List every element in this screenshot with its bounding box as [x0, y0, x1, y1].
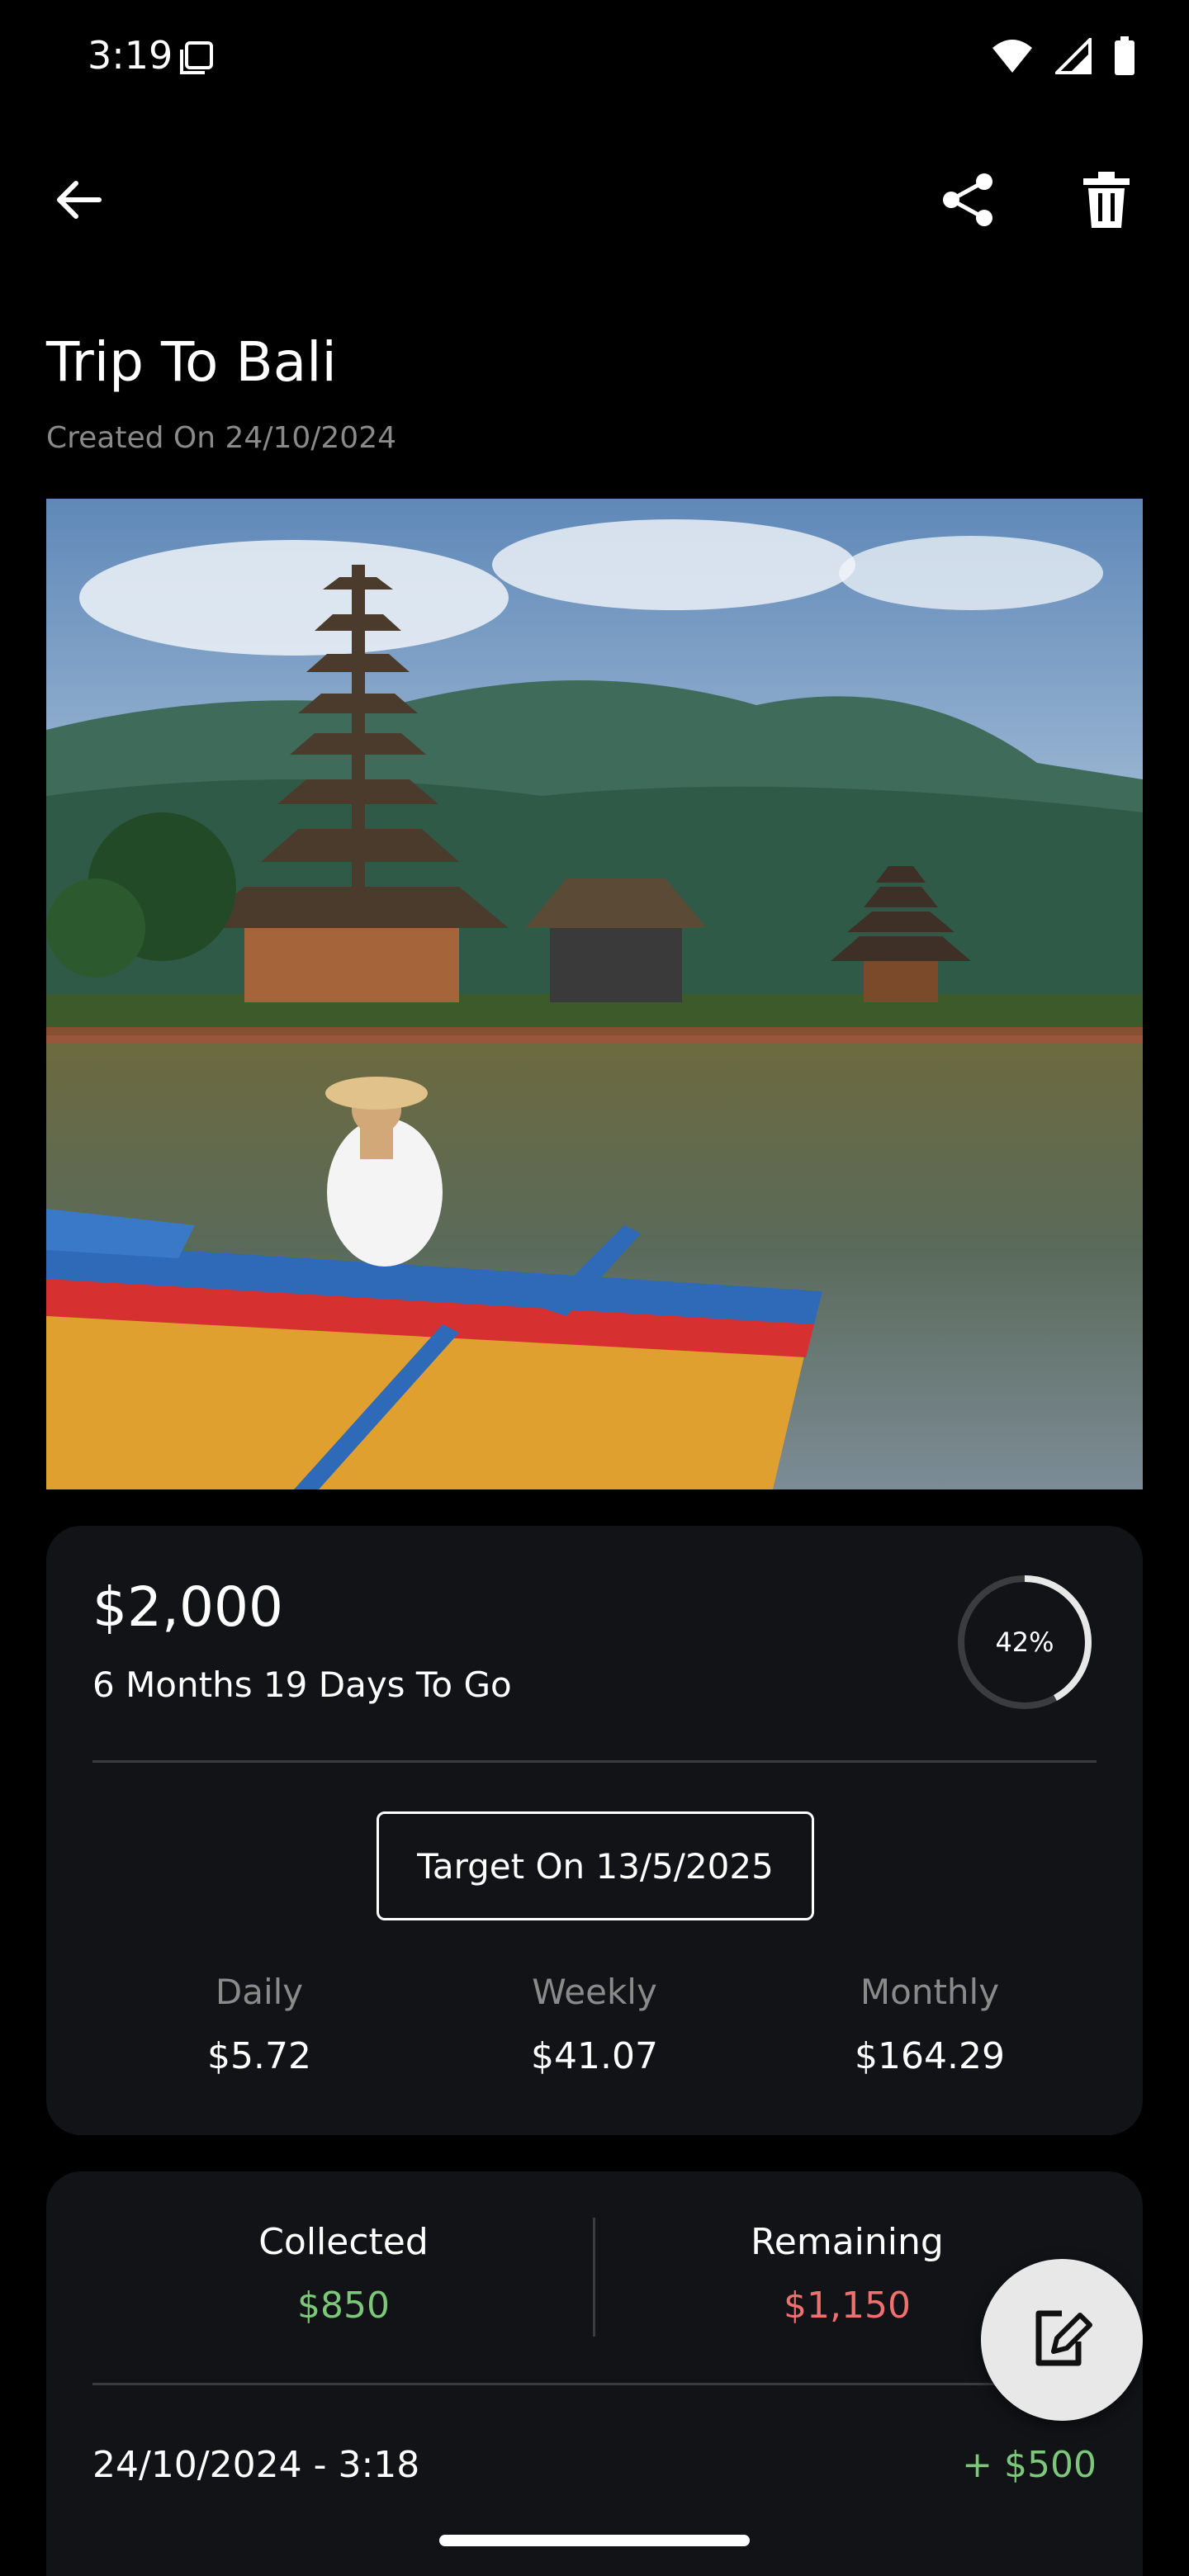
screenshot-icon	[178, 40, 215, 76]
time-remaining: 6 Months 19 Days To Go	[92, 1664, 512, 1705]
monthly-rate: Monthly $164.29	[765, 1972, 1095, 2077]
vertical-divider	[593, 2218, 595, 2337]
monthly-label: Monthly	[860, 1972, 1000, 2012]
share-icon	[940, 170, 999, 233]
collected-value: $850	[297, 2285, 390, 2327]
history-entry-amount[interactable]: + $500	[962, 2444, 1097, 2486]
back-arrow-icon	[53, 173, 106, 230]
status-bar: 3:19	[0, 0, 1189, 116]
back-button[interactable]	[40, 162, 119, 241]
daily-value: $5.72	[207, 2035, 311, 2077]
daily-rate: Daily $5.72	[94, 1972, 424, 2077]
goal-summary-card: $2,000 6 Months 19 Days To Go 42% Target…	[46, 1526, 1143, 2135]
status-time: 3:19	[88, 33, 173, 78]
history-entry-date[interactable]: 24/10/2024 - 3:18	[92, 2444, 419, 2486]
trash-icon	[1080, 170, 1133, 233]
edit-note-icon	[1029, 2305, 1095, 2375]
divider	[92, 2383, 1097, 2385]
edit-fab-button[interactable]	[981, 2259, 1143, 2421]
weekly-rate: Weekly $41.07	[429, 1972, 760, 2077]
collected-block: Collected $850	[112, 2221, 575, 2327]
status-icons	[991, 36, 1136, 79]
monthly-value: $164.29	[855, 2035, 1005, 2077]
divider	[92, 1760, 1097, 1763]
delete-button[interactable]	[1067, 162, 1146, 241]
remaining-label: Remaining	[751, 2221, 944, 2263]
target-date-button[interactable]: Target On 13/5/2025	[377, 1811, 814, 1920]
wifi-icon	[991, 38, 1034, 78]
weekly-label: Weekly	[532, 1972, 657, 2012]
goal-photo	[46, 499, 1143, 1489]
weekly-value: $41.07	[531, 2035, 658, 2077]
signal-icon	[1053, 36, 1092, 78]
savings-card: Collected $850 Remaining $1,150 24/10/20…	[46, 2171, 1143, 2576]
progress-label: 42%	[995, 1627, 1054, 1658]
goal-title: Trip To Bali	[46, 330, 337, 394]
collected-label: Collected	[258, 2221, 429, 2263]
home-indicator[interactable]	[439, 2535, 750, 2546]
created-date: Created On 24/10/2024	[46, 421, 397, 455]
daily-label: Daily	[215, 1972, 304, 2012]
battery-icon	[1113, 36, 1136, 79]
goal-amount: $2,000	[92, 1575, 283, 1639]
share-button[interactable]	[930, 162, 1009, 241]
